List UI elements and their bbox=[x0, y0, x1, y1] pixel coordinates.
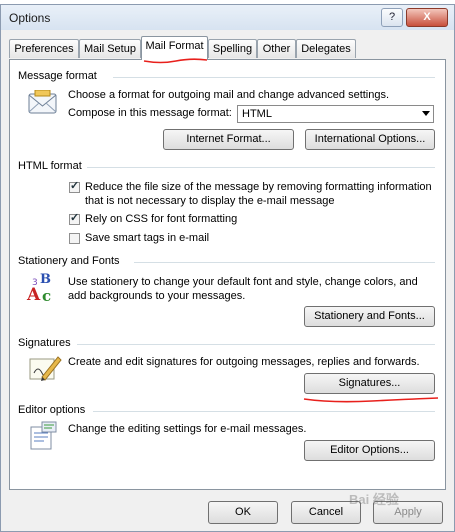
rely-on-css-label: Rely on CSS for font formatting bbox=[85, 213, 238, 225]
save-smart-tags-checkbox[interactable] bbox=[69, 233, 80, 244]
options-dialog: Options ? X Preferences Mail Setup Mail … bbox=[0, 4, 455, 532]
stationery-description-line1: Use stationery to change your default fo… bbox=[68, 276, 418, 288]
divider bbox=[134, 262, 435, 263]
close-icon: X bbox=[423, 11, 431, 23]
signatures-description: Create and edit signatures for outgoing … bbox=[68, 356, 420, 368]
compose-format-dropdown[interactable]: HTML bbox=[237, 105, 434, 123]
rely-on-css-checkbox[interactable]: ✓ bbox=[69, 212, 80, 225]
tab-mail-format-label: Mail Format bbox=[145, 40, 204, 52]
mail-format-panel: Message format Choose a format for outgo… bbox=[9, 59, 446, 490]
divider bbox=[93, 411, 435, 412]
svg-text:3: 3 bbox=[32, 278, 38, 288]
divider bbox=[113, 77, 435, 78]
annotation-underline-signatures bbox=[303, 397, 439, 403]
reduce-file-size-label-cont: that is not necessary to display the e-m… bbox=[85, 195, 335, 207]
international-options-button[interactable]: International Options... bbox=[305, 129, 435, 150]
tab-other[interactable]: Other bbox=[257, 39, 296, 58]
tab-spelling[interactable]: Spelling bbox=[208, 39, 257, 58]
ok-button[interactable]: OK bbox=[208, 501, 278, 524]
tab-mail-setup[interactable]: Mail Setup bbox=[79, 39, 141, 58]
checkmark-icon: ✓ bbox=[70, 180, 80, 192]
font-style-icon: B A c 3 bbox=[26, 272, 51, 305]
editor-options-button[interactable]: Editor Options... bbox=[304, 440, 435, 461]
chevron-down-icon bbox=[422, 111, 430, 116]
envelope-icon bbox=[28, 90, 57, 114]
svg-text:A: A bbox=[26, 285, 41, 305]
stationery-and-fonts-button[interactable]: Stationery and Fonts... bbox=[304, 306, 435, 327]
save-smart-tags-label: Save smart tags in e-mail bbox=[85, 232, 210, 244]
window-title: Options bbox=[9, 11, 51, 25]
title-bar: Options ? X bbox=[1, 5, 454, 30]
close-button[interactable]: X bbox=[406, 8, 448, 27]
html-format-heading: HTML format bbox=[18, 160, 82, 172]
compose-format-value: HTML bbox=[242, 108, 272, 120]
signatures-button[interactable]: Signatures... bbox=[304, 373, 435, 394]
svg-text:B: B bbox=[40, 272, 51, 287]
reduce-file-size-label: Reduce the file size of the message by r… bbox=[85, 181, 432, 193]
editor-options-description: Change the editing settings for e-mail m… bbox=[68, 423, 307, 435]
editor-options-heading: Editor options bbox=[18, 404, 86, 416]
tab-preferences[interactable]: Preferences bbox=[9, 39, 79, 58]
stationery-description-line2: add backgrounds to your messages. bbox=[68, 290, 246, 302]
watermark: Bai 经验 bbox=[349, 492, 399, 507]
message-format-description: Choose a format for outgoing mail and ch… bbox=[68, 89, 390, 101]
signatures-heading: Signatures bbox=[18, 337, 71, 349]
editor-document-icon bbox=[30, 421, 57, 450]
signature-pen-icon bbox=[29, 356, 62, 381]
annotation-underline-tab bbox=[143, 58, 208, 64]
internet-format-button[interactable]: Internet Format... bbox=[163, 129, 294, 150]
divider bbox=[87, 167, 435, 168]
message-format-heading: Message format bbox=[18, 70, 97, 82]
reduce-file-size-checkbox[interactable]: ✓ bbox=[69, 180, 80, 193]
stationery-heading: Stationery and Fonts bbox=[18, 255, 120, 267]
checkmark-icon: ✓ bbox=[70, 212, 80, 224]
help-button[interactable]: ? bbox=[381, 8, 403, 27]
tab-delegates[interactable]: Delegates bbox=[296, 39, 356, 58]
compose-format-label: Compose in this message format: bbox=[68, 107, 232, 119]
svg-text:c: c bbox=[42, 287, 51, 305]
divider bbox=[77, 344, 435, 345]
